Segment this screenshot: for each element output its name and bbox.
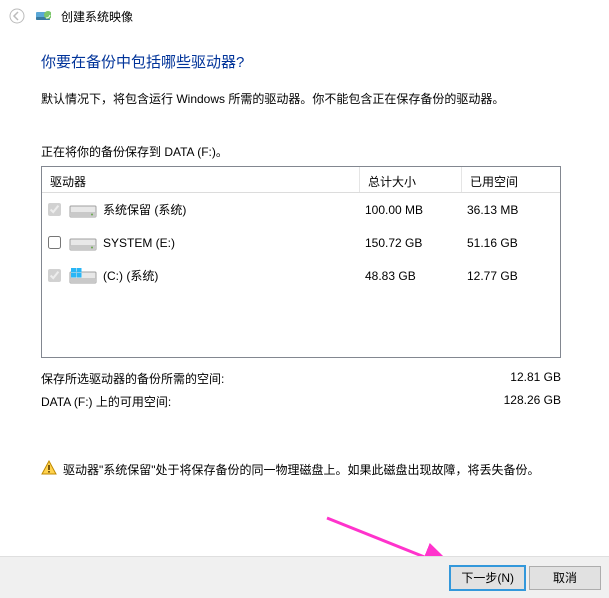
button-bar: 下一步(N) 取消 xyxy=(0,556,609,598)
row-name: SYSTEM (E:) xyxy=(103,236,365,250)
row-checkbox xyxy=(48,269,61,282)
drive-icon xyxy=(69,266,97,286)
warning-row: 驱动器"系统保留"处于将保存备份的同一物理磁盘上。如果此磁盘出现故障，将丢失备份… xyxy=(41,460,578,479)
cancel-button[interactable]: 取消 xyxy=(529,566,601,590)
col-header-drive[interactable]: 驱动器 xyxy=(42,167,360,192)
required-label: 保存所选驱动器的备份所需的空间: xyxy=(41,370,224,387)
page-description: 默认情况下，将包含运行 Windows 所需的驱动器。你不能包含正在保存备份的驱… xyxy=(41,90,578,107)
drive-icon xyxy=(69,200,97,220)
col-header-used[interactable]: 已用空间 xyxy=(462,167,560,192)
warning-icon xyxy=(41,460,57,479)
row-checkbox[interactable] xyxy=(48,236,61,249)
row-name: 系统保留 (系统) xyxy=(103,201,365,218)
drive-table-header: 驱动器 总计大小 已用空间 xyxy=(42,167,560,193)
col-header-total[interactable]: 总计大小 xyxy=(360,167,462,192)
drive-icon xyxy=(69,233,97,253)
window-title: 创建系统映像 xyxy=(61,8,133,25)
row-used: 51.16 GB xyxy=(467,236,518,250)
drive-table: 驱动器 总计大小 已用空间 系统保留 (系统) 100.00 MB 36.13 … xyxy=(41,166,561,358)
table-row[interactable]: (C:) (系统) 48.83 GB 12.77 GB xyxy=(42,259,560,292)
table-row[interactable]: SYSTEM (E:) 150.72 GB 51.16 GB xyxy=(42,226,560,259)
available-label: DATA (F:) 上的可用空间: xyxy=(41,393,171,410)
saving-to-label: 正在将你的备份保存到 DATA (F:)。 xyxy=(41,143,578,160)
summary-row-required: 保存所选驱动器的备份所需的空间: 12.81 GB xyxy=(41,370,561,387)
row-name: (C:) (系统) xyxy=(103,267,365,284)
table-row[interactable]: 系统保留 (系统) 100.00 MB 36.13 MB xyxy=(42,193,560,226)
app-icon xyxy=(35,8,51,24)
row-used: 36.13 MB xyxy=(467,203,518,217)
page-heading: 你要在备份中包括哪些驱动器? xyxy=(41,51,578,72)
content-area: 你要在备份中包括哪些驱动器? 默认情况下，将包含运行 Windows 所需的驱动… xyxy=(1,31,608,479)
row-size: 150.72 GB xyxy=(365,236,467,250)
summary-block: 保存所选驱动器的备份所需的空间: 12.81 GB DATA (F:) 上的可用… xyxy=(41,370,561,410)
titlebar: 创建系统映像 xyxy=(1,1,608,31)
row-used: 12.77 GB xyxy=(467,269,518,283)
summary-row-available: DATA (F:) 上的可用空间: 128.26 GB xyxy=(41,393,561,410)
row-size: 100.00 MB xyxy=(365,203,467,217)
row-checkbox xyxy=(48,203,61,216)
available-value: 128.26 GB xyxy=(504,393,561,410)
next-button[interactable]: 下一步(N) xyxy=(450,566,525,590)
warning-text: 驱动器"系统保留"处于将保存备份的同一物理磁盘上。如果此磁盘出现故障，将丢失备份… xyxy=(63,461,540,478)
drive-table-body: 系统保留 (系统) 100.00 MB 36.13 MB SYSTEM (E:)… xyxy=(42,193,560,357)
row-size: 48.83 GB xyxy=(365,269,467,283)
back-icon[interactable] xyxy=(9,8,25,24)
required-value: 12.81 GB xyxy=(510,370,561,387)
